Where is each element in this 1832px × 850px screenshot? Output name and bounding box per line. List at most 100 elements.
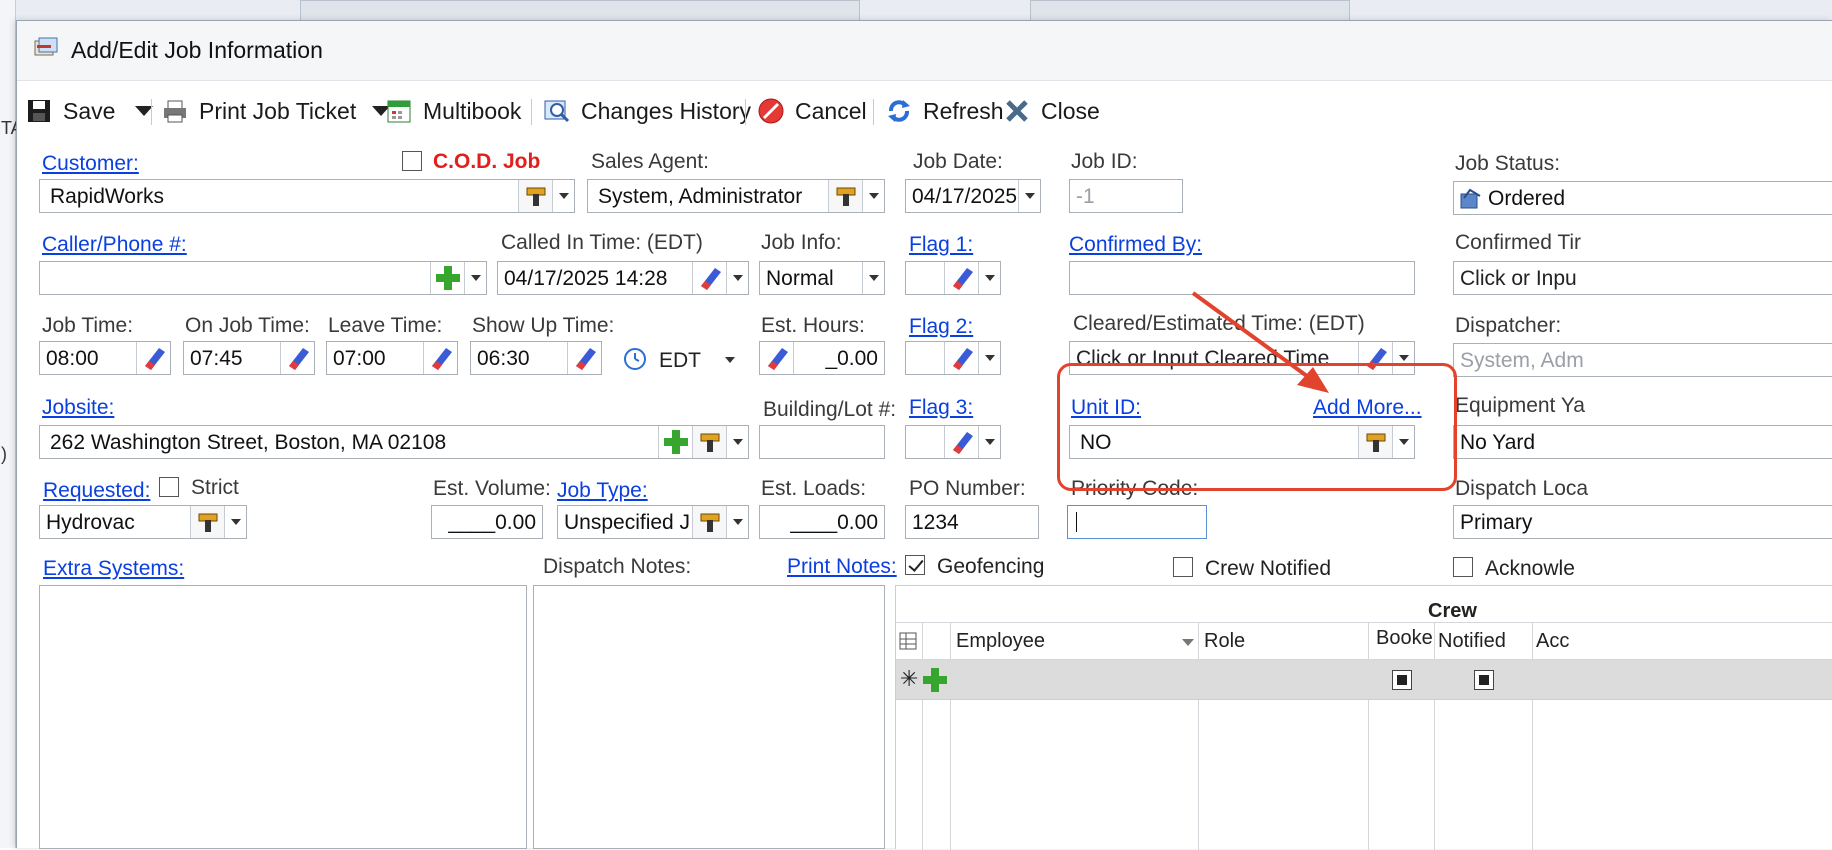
add-crew-plus-icon[interactable] bbox=[920, 665, 950, 695]
requested-dropdown[interactable] bbox=[224, 506, 246, 538]
job-type-dropdown[interactable] bbox=[726, 506, 748, 538]
eraser-icon[interactable] bbox=[280, 342, 314, 374]
flag-2-dropdown[interactable] bbox=[978, 342, 1000, 374]
grid-column-divider bbox=[1368, 623, 1369, 659]
confirmed-by-link[interactable]: Confirmed By: bbox=[1069, 233, 1202, 257]
job-date-dropdown[interactable] bbox=[1018, 180, 1040, 212]
print-notes-link[interactable]: Print Notes: bbox=[787, 555, 897, 579]
called-in-time-dropdown[interactable] bbox=[726, 262, 748, 294]
eraser-icon[interactable] bbox=[136, 342, 170, 374]
drill-icon[interactable] bbox=[190, 506, 224, 538]
eraser-icon[interactable] bbox=[760, 342, 794, 374]
job-type-link[interactable]: Job Type: bbox=[557, 479, 648, 503]
cancel-button[interactable]: Cancel bbox=[757, 95, 867, 127]
confirmed-time-placeholder: Click or Inpu bbox=[1460, 267, 1577, 290]
close-button[interactable]: Close bbox=[1003, 95, 1100, 127]
crew-new-row[interactable]: ✳ bbox=[896, 660, 1832, 700]
leave-time-field[interactable]: 07:00 bbox=[326, 341, 458, 375]
booked-checkbox[interactable] bbox=[1392, 670, 1412, 690]
extra-systems-link[interactable]: Extra Systems: bbox=[43, 557, 184, 581]
employee-column-header[interactable]: Employee bbox=[956, 630, 1045, 653]
est-volume-field[interactable]: ____0.00 bbox=[431, 505, 543, 539]
show-up-time-field[interactable]: 06:30 bbox=[470, 341, 602, 375]
customer-dropdown[interactable] bbox=[552, 180, 574, 212]
flag-3-field[interactable] bbox=[905, 425, 1001, 459]
job-time-label: Job Time: bbox=[42, 314, 134, 337]
flag-2-link[interactable]: Flag 2: bbox=[909, 315, 973, 339]
flag-3-dropdown[interactable] bbox=[978, 426, 1000, 458]
employee-filter-icon[interactable] bbox=[1182, 639, 1194, 646]
dispatch-location-field[interactable]: Primary bbox=[1453, 505, 1832, 539]
timezone-dropdown-icon[interactable] bbox=[725, 357, 735, 363]
refresh-button[interactable]: Refresh bbox=[885, 95, 1004, 127]
requested-link[interactable]: Requested: bbox=[43, 479, 150, 503]
drill-icon[interactable] bbox=[518, 180, 552, 212]
eraser-icon[interactable] bbox=[944, 426, 978, 458]
caller-phone-link[interactable]: Caller/Phone #: bbox=[42, 233, 187, 257]
print-job-ticket-button[interactable]: Print Job Ticket bbox=[161, 95, 391, 127]
eraser-icon[interactable] bbox=[944, 262, 978, 294]
toolbar-separator bbox=[531, 99, 532, 125]
called-in-time-field[interactable]: 04/17/2025 14:28 bbox=[497, 261, 749, 295]
po-number-field[interactable]: 1234 bbox=[905, 505, 1039, 539]
caller-phone-field[interactable] bbox=[39, 261, 487, 295]
geofencing-checkbox[interactable] bbox=[905, 555, 925, 575]
eraser-icon[interactable] bbox=[692, 262, 726, 294]
caller-phone-dropdown[interactable] bbox=[464, 262, 486, 294]
notified-checkbox[interactable] bbox=[1474, 670, 1494, 690]
job-time-value: 08:00 bbox=[46, 347, 99, 370]
save-button[interactable]: Save bbox=[25, 95, 154, 127]
timezone-select[interactable]: EDT bbox=[659, 349, 701, 373]
priority-code-field[interactable] bbox=[1067, 505, 1207, 539]
job-date-field[interactable]: 04/17/2025 bbox=[905, 179, 1041, 213]
customer-field[interactable]: RapidWorks bbox=[39, 179, 575, 213]
drill-icon[interactable] bbox=[692, 506, 726, 538]
strict-checkbox[interactable] bbox=[159, 477, 179, 497]
changes-history-button[interactable]: Changes History bbox=[543, 95, 751, 127]
cod-job-checkbox[interactable] bbox=[402, 151, 422, 171]
jobsite-dropdown[interactable] bbox=[726, 426, 748, 458]
job-time-field[interactable]: 08:00 bbox=[39, 341, 171, 375]
confirmed-time-field[interactable]: Click or Inpu bbox=[1453, 261, 1832, 295]
job-type-field[interactable]: Unspecified J bbox=[557, 505, 749, 539]
add-caller-button[interactable] bbox=[430, 262, 464, 294]
multibook-button[interactable]: Multibook bbox=[385, 95, 521, 127]
est-hours-field[interactable]: _0.00 bbox=[759, 341, 885, 375]
flag-1-field[interactable] bbox=[905, 261, 1001, 295]
job-id-value: -1 bbox=[1076, 185, 1095, 208]
jobsite-link[interactable]: Jobsite: bbox=[42, 396, 114, 420]
flag-3-link[interactable]: Flag 3: bbox=[909, 396, 973, 420]
eraser-icon[interactable] bbox=[944, 342, 978, 374]
notified-column-header[interactable]: Notified bbox=[1438, 630, 1506, 653]
sales-agent-dropdown[interactable] bbox=[862, 180, 884, 212]
job-info-select[interactable]: Normal bbox=[759, 261, 885, 295]
jobsite-field[interactable]: 262 Washington Street, Boston, MA 02108 bbox=[39, 425, 749, 459]
building-lot-field[interactable] bbox=[759, 425, 885, 459]
flag-1-link[interactable]: Flag 1: bbox=[909, 233, 973, 257]
job-status-field[interactable]: Ordered bbox=[1453, 181, 1832, 215]
acknowledged-checkbox[interactable] bbox=[1453, 557, 1473, 577]
eraser-icon[interactable] bbox=[423, 342, 457, 374]
add-jobsite-button[interactable] bbox=[658, 426, 692, 458]
drill-icon[interactable] bbox=[828, 180, 862, 212]
flag-2-field[interactable] bbox=[905, 341, 1001, 375]
role-column-header[interactable]: Role bbox=[1204, 630, 1245, 653]
grid-menu-icon[interactable] bbox=[898, 631, 918, 651]
sales-agent-field[interactable]: System, Administrator bbox=[587, 179, 885, 213]
dispatch-notes-area[interactable] bbox=[533, 585, 885, 849]
eraser-icon[interactable] bbox=[567, 342, 601, 374]
crew-notified-checkbox[interactable] bbox=[1173, 557, 1193, 577]
est-volume-value: ____0.00 bbox=[448, 511, 536, 534]
drill-icon[interactable] bbox=[692, 426, 726, 458]
extra-systems-area[interactable] bbox=[39, 585, 527, 849]
accepted-column-header[interactable]: Acc bbox=[1536, 630, 1569, 653]
equipment-yard-field[interactable]: No Yard bbox=[1453, 425, 1832, 459]
on-job-time-field[interactable]: 07:45 bbox=[183, 341, 315, 375]
flag-1-dropdown[interactable] bbox=[978, 262, 1000, 294]
job-info-dropdown[interactable] bbox=[862, 262, 884, 294]
requested-field[interactable]: Hydrovac bbox=[39, 505, 247, 539]
background-left-panel: TA ) bbox=[0, 0, 23, 848]
customer-link[interactable]: Customer: bbox=[42, 152, 139, 176]
booked-column-header[interactable]: Booke bbox=[1376, 627, 1433, 650]
est-loads-field[interactable]: ____0.00 bbox=[759, 505, 885, 539]
